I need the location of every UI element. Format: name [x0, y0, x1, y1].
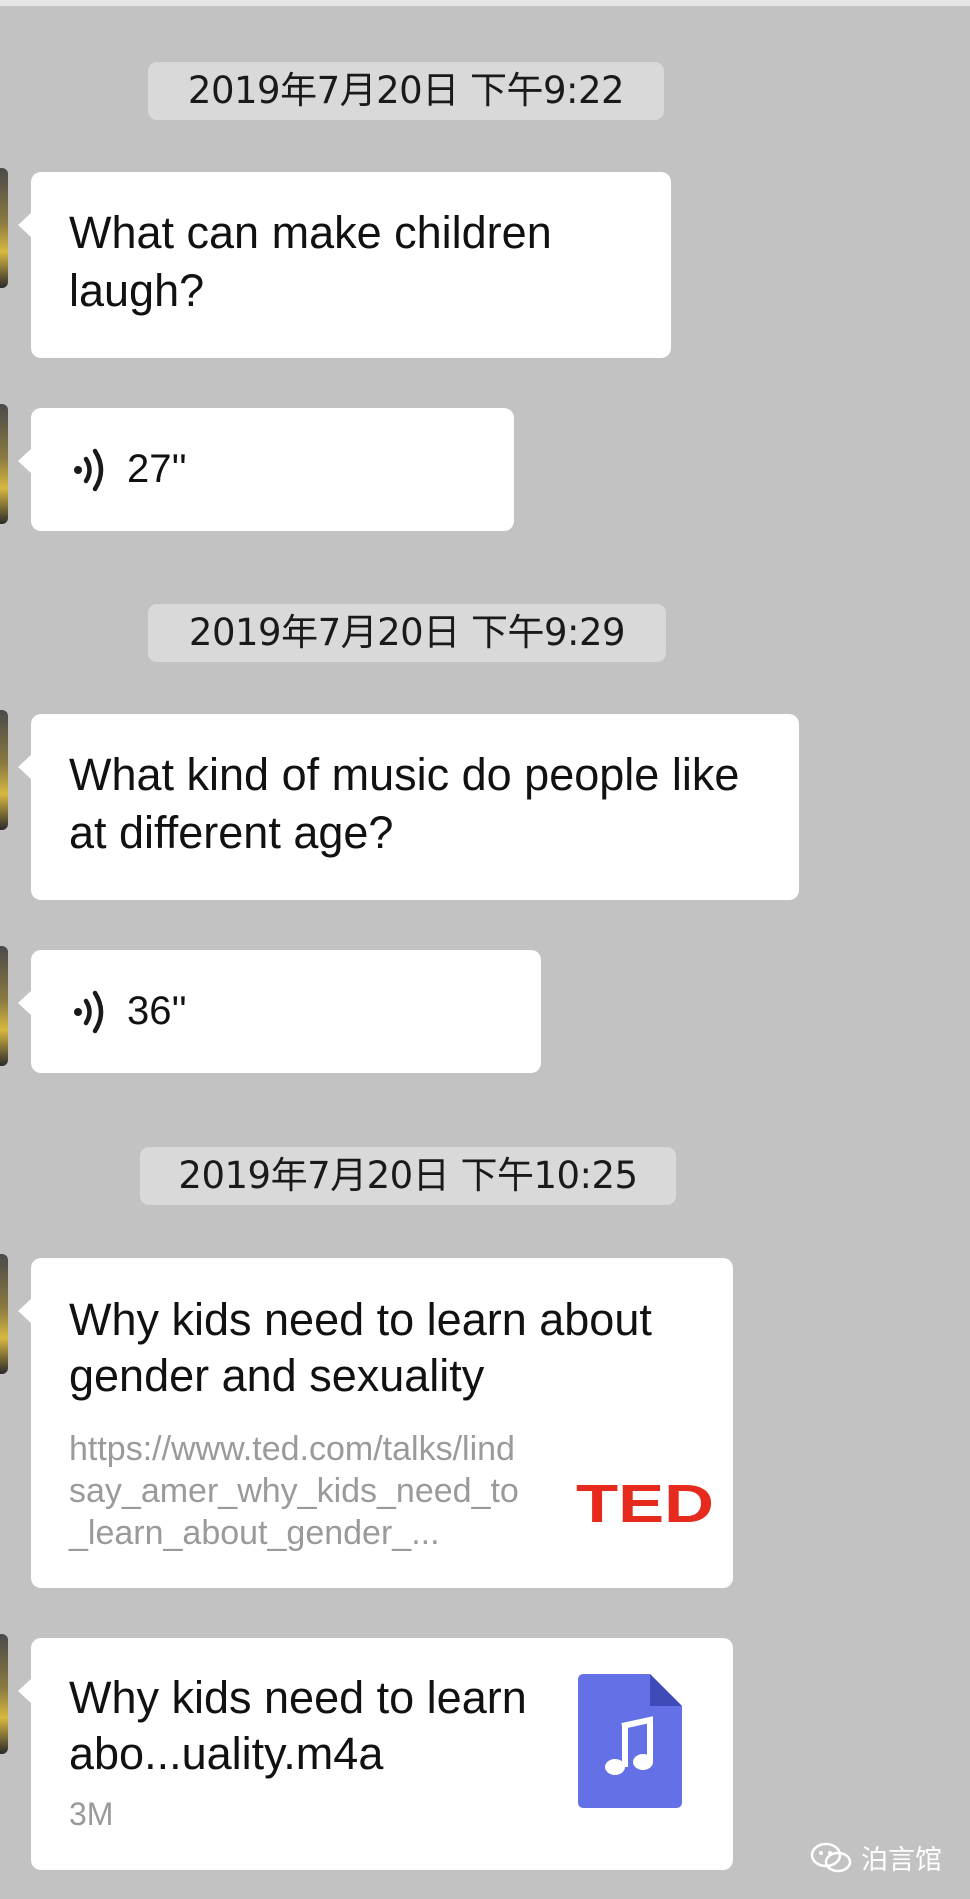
sender-avatar[interactable]: [0, 1254, 8, 1374]
wechat-icon: [810, 1842, 852, 1872]
svg-text:TED: TED: [576, 1474, 714, 1530]
voice-message[interactable]: 27'': [18, 408, 514, 531]
watermark: 泊言馆: [809, 1838, 942, 1877]
voice-duration: 36'': [127, 989, 187, 1033]
file-card[interactable]: Why kids need to learn abo...uality.m4a …: [18, 1638, 733, 1870]
message-text: What kind of music do people like at dif…: [69, 749, 740, 858]
voice-wave-icon: [74, 990, 104, 1033]
sender-avatar[interactable]: [0, 946, 8, 1066]
sender-avatar[interactable]: [0, 168, 8, 288]
sender-avatar[interactable]: [0, 404, 8, 524]
timestamp: 2019年7月20日 下午10:25: [140, 1147, 676, 1205]
sender-avatar[interactable]: [0, 710, 8, 830]
timestamp: 2019年7月20日 下午9:22: [148, 62, 664, 120]
link-card[interactable]: Why kids need to learn about gender and …: [18, 1258, 733, 1588]
ted-logo: TED: [576, 1474, 714, 1530]
top-edge: [0, 0, 970, 6]
voice-message[interactable]: 36'': [18, 950, 541, 1073]
file-size: 3M: [69, 1796, 114, 1832]
watermark-text: 泊言馆: [861, 1845, 942, 1876]
music-file-icon: [578, 1674, 682, 1808]
timestamp: 2019年7月20日 下午9:29: [148, 604, 666, 662]
link-title: Why kids need to learn about gender and …: [69, 1294, 652, 1401]
file-name: Why kids need to learn abo...uality.m4a: [69, 1672, 527, 1779]
sender-avatar[interactable]: [0, 1634, 8, 1754]
message-text: What can make children laugh?: [69, 207, 552, 316]
voice-row: 27'': [31, 408, 514, 531]
link-url: https://www.ted.com/talks/lindsay_amer_w…: [69, 1430, 519, 1552]
message-bubble[interactable]: What can make children laugh?: [18, 172, 671, 358]
voice-row: 36'': [31, 950, 541, 1073]
message-bubble[interactable]: What kind of music do people like at dif…: [18, 714, 799, 900]
voice-wave-icon: [74, 448, 104, 491]
voice-duration: 27'': [127, 447, 187, 491]
